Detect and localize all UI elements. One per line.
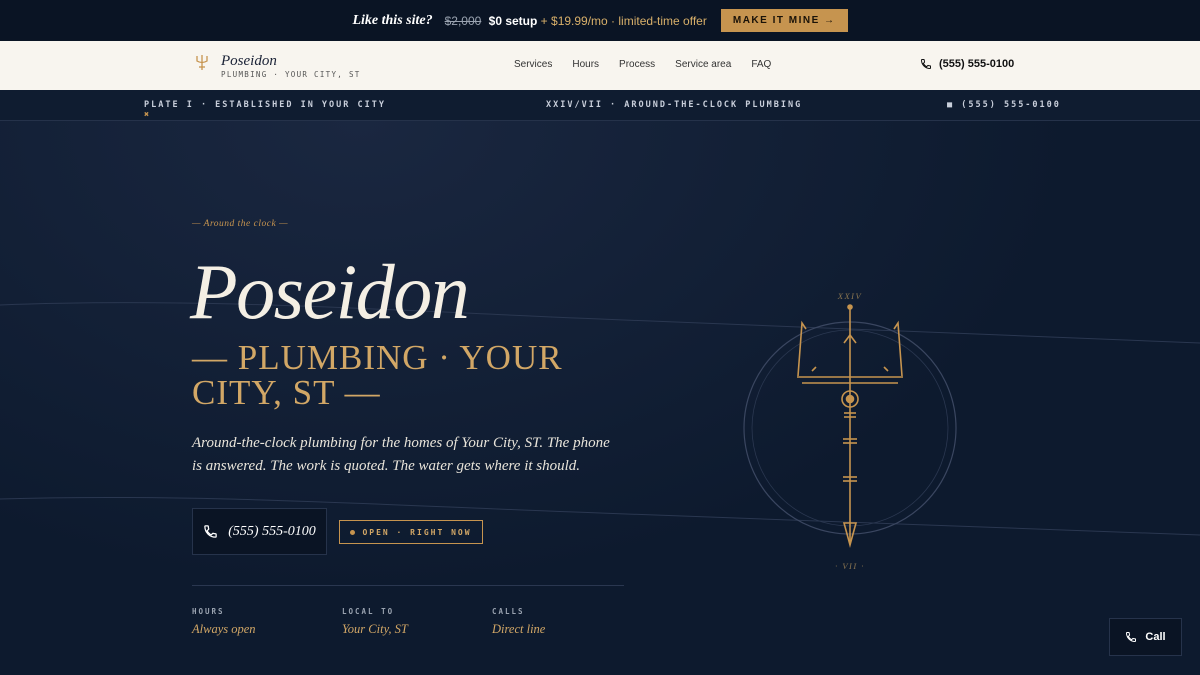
brand-subtitle: PLUMBING · YOUR CITY, ST	[221, 70, 361, 79]
nav-link-hours[interactable]: Hours	[572, 59, 599, 70]
nav-link-services[interactable]: Services	[514, 59, 552, 70]
stat-local-label: LOCAL TO	[342, 607, 395, 616]
phone-icon	[920, 59, 931, 70]
nav-link-service-area[interactable]: Service area	[675, 59, 731, 70]
header-phone-number: (555) 555-0100	[939, 58, 1015, 70]
floating-call-button[interactable]: Call	[1109, 618, 1182, 656]
status-dot	[350, 529, 356, 535]
emblem-bottom-numeral: · VII ·	[835, 561, 865, 571]
stat-hours-value: Always open	[192, 622, 256, 636]
promo-pricing: $2,000 $0 setup + $19.99/mo · limited-ti…	[445, 14, 707, 28]
hero-section: — Around the clock — Poseidon — PLUMBING…	[0, 121, 1200, 675]
stat-calls: CALLS Direct line	[492, 607, 545, 637]
promo-setup: $0 setup	[488, 13, 538, 28]
brand-name: Poseidon	[221, 53, 277, 69]
nav-link-faq[interactable]: FAQ	[751, 59, 771, 70]
strip-center-text: XXIV/VII · AROUND-THE-CLOCK PLUMBING	[546, 100, 803, 110]
make-it-mine-button[interactable]: MAKE IT MINE →	[720, 9, 848, 32]
promo-lead: Like this site?	[352, 12, 433, 28]
stat-hours-label: HOURS	[192, 607, 225, 616]
hero-call-label: (555) 555-0100	[228, 523, 316, 539]
strip-right[interactable]: ■ (555) 555-0100	[947, 100, 1061, 110]
hero-call-button[interactable]: (555) 555-0100	[192, 508, 327, 555]
hero-kicker: — Around the clock —	[192, 219, 289, 229]
promo-old-price: $2,000	[444, 13, 482, 28]
trident-emblem-icon: XXIV · VII ·	[743, 291, 957, 571]
site-header: Poseidon PLUMBING · YOUR CITY, ST Servic…	[0, 41, 1200, 90]
nav-link-process[interactable]: Process	[619, 59, 655, 70]
hero-description: Around-the-clock plumbing for the homes …	[192, 435, 610, 474]
brand-logo-link[interactable]: Poseidon PLUMBING · YOUR CITY, ST	[195, 53, 361, 79]
strip-left: ✖ PLATE I · ESTABLISHED IN YOUR CITY	[144, 100, 386, 120]
phone-icon	[204, 525, 217, 538]
trident-icon	[196, 55, 208, 70]
phone-icon	[1126, 632, 1137, 643]
open-status-text: OPEN · RIGHT NOW	[362, 527, 472, 537]
nav-links: Services Hours Process Service area FAQ	[514, 59, 771, 70]
open-status-badge: OPEN · RIGHT NOW	[339, 520, 483, 544]
strip-left-mark: ✖	[144, 110, 152, 120]
stat-calls-value: Direct line	[492, 622, 546, 636]
stat-local-value: Your City, ST	[342, 622, 408, 636]
stat-calls-label: CALLS	[492, 607, 525, 616]
promo-bar: Like this site? $2,000 $0 setup + $19.99…	[0, 0, 1200, 41]
promo-offer: + $19.99/mo · limited-time offer	[540, 13, 707, 28]
hero-subtitle: — PLUMBING · YOUR CITY, ST —	[192, 338, 563, 412]
floating-call-label: Call	[1145, 631, 1166, 643]
strip-right-phone: (555) 555-0100	[961, 100, 1061, 110]
stat-local: LOCAL TO Your City, ST	[342, 607, 408, 637]
strip-right-mark: ■	[947, 100, 955, 110]
header-phone-link[interactable]: (555) 555-0100	[920, 58, 1014, 70]
emblem-top-numeral: XXIV	[837, 291, 863, 301]
info-strip: ✖ PLATE I · ESTABLISHED IN YOUR CITY XXI…	[0, 90, 1200, 121]
stat-hours: HOURS Always open	[192, 607, 256, 637]
hero-divider	[192, 585, 624, 586]
strip-left-text: PLATE I · ESTABLISHED IN YOUR CITY	[144, 100, 386, 110]
hero-title: Poseidon	[190, 248, 470, 335]
